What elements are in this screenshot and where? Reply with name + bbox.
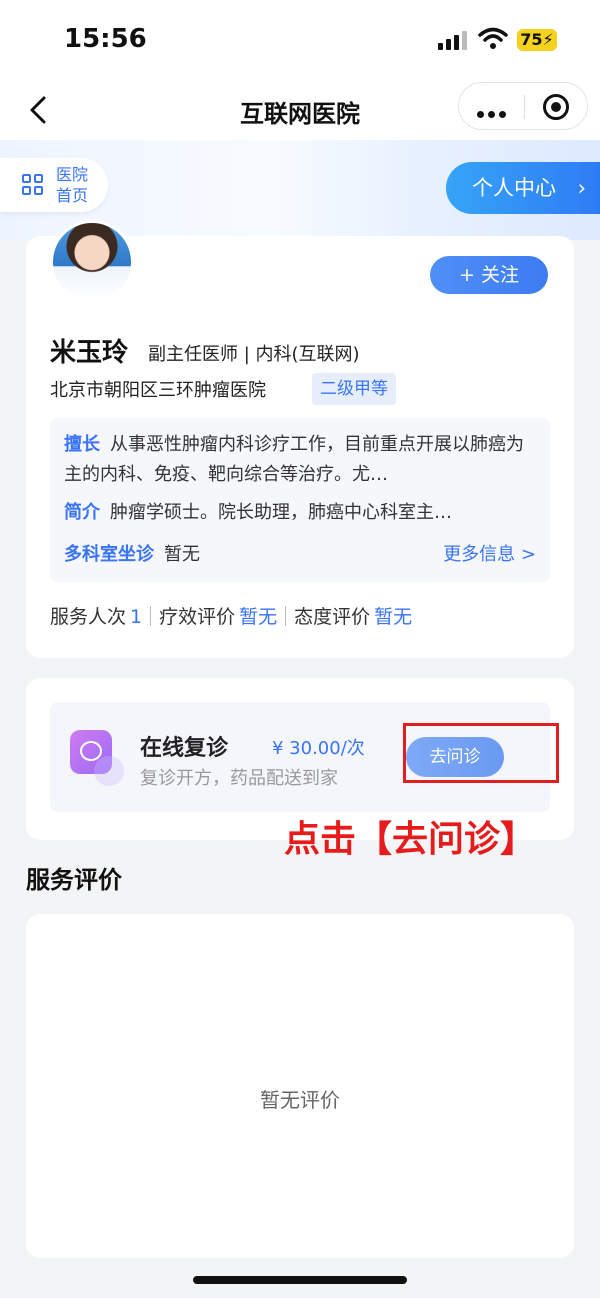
- personal-center-button[interactable]: 个人中心 ›: [446, 162, 600, 214]
- wifi-icon: [478, 27, 508, 49]
- service-name: 在线复诊: [140, 736, 229, 761]
- home-indicator: [193, 1276, 407, 1284]
- battery-level: 75: [520, 30, 543, 49]
- hospital-home-button[interactable]: 医院首页: [0, 158, 108, 212]
- multi-dept-label: 多科室坐诊: [64, 544, 154, 565]
- reviews-card: 暂无评价: [26, 914, 574, 1258]
- hospital-name: 北京市朝阳区三环肿瘤医院: [50, 380, 266, 401]
- nav-bar: 互联网医院: [0, 80, 600, 140]
- close-target-icon[interactable]: [543, 94, 569, 120]
- doctor-name: 米玉玲: [50, 338, 129, 368]
- highlight-frame: [403, 723, 559, 783]
- chevron-right-icon: ›: [577, 176, 586, 200]
- hospital-home-label: 医院首页: [56, 165, 89, 205]
- doctor-title: 副主任医师 | 内科(互联网): [148, 344, 360, 365]
- reviews-title: 服务评价: [26, 866, 122, 894]
- specialty-label: 擅长: [64, 434, 100, 455]
- signal-icon: [438, 30, 468, 50]
- annotation-text: 点击【去问诊】: [284, 819, 537, 860]
- intro-row: 简介 肿瘤学硕士。院长助理，肺癌中心科室主…: [64, 498, 540, 528]
- attitude-label: 态度评价: [294, 606, 371, 628]
- hospital-level-badge: 二级甲等: [312, 373, 396, 405]
- capsule-divider: [524, 95, 525, 119]
- intro-text: 肿瘤学硕士。院长助理，肺癌中心科室主…: [110, 502, 452, 523]
- efficacy-value: 暂无: [239, 606, 278, 628]
- multi-dept-value: 暂无: [164, 544, 200, 565]
- served-label: 服务人次: [50, 606, 127, 628]
- intro-label: 简介: [64, 502, 100, 523]
- stats-divider: [285, 606, 287, 626]
- more-info-link[interactable]: 更多信息 >: [443, 540, 536, 570]
- service-description: 复诊开方，药品配送到家: [140, 768, 338, 789]
- more-icon[interactable]: [477, 103, 510, 122]
- specialty-text: 从事恶性肿瘤内科诊疗工作，目前重点开展以肺癌为主的内科、免疫、靶向综合等治疗。尤…: [64, 434, 524, 485]
- doctor-info-box: 擅长 从事恶性肿瘤内科诊疗工作，目前重点开展以肺癌为主的内科、免疫、靶向综合等治疗…: [50, 418, 550, 582]
- reviews-empty-text: 暂无评价: [260, 1088, 340, 1112]
- status-bar: 15:56 75⚡: [0, 0, 600, 80]
- mini-program-capsule: [458, 82, 588, 130]
- doctor-card: + 关注 米玉玲 副主任医师 | 内科(互联网) 北京市朝阳区三环肿瘤医院 二级…: [26, 220, 574, 658]
- served-value: 1: [130, 606, 143, 628]
- service-stats: 服务人次 1 疗效评价 暂无 态度评价 暂无: [50, 602, 412, 629]
- battery-icon: 75⚡: [517, 29, 557, 51]
- attitude-value: 暂无: [374, 606, 413, 628]
- personal-center-label: 个人中心: [472, 176, 556, 200]
- specialty-row: 擅长 从事恶性肿瘤内科诊疗工作，目前重点开展以肺癌为主的内科、免疫、靶向综合等治疗…: [64, 430, 540, 490]
- chat-bubble-icon: [70, 730, 124, 786]
- follow-button[interactable]: + 关注: [430, 256, 548, 294]
- grid-icon: [22, 174, 44, 196]
- stats-divider: [150, 606, 152, 626]
- service-price: ¥ 30.00/次: [272, 738, 365, 759]
- avatar: [50, 220, 134, 304]
- status-time: 15:56: [64, 24, 147, 54]
- efficacy-label: 疗效评价: [159, 606, 236, 628]
